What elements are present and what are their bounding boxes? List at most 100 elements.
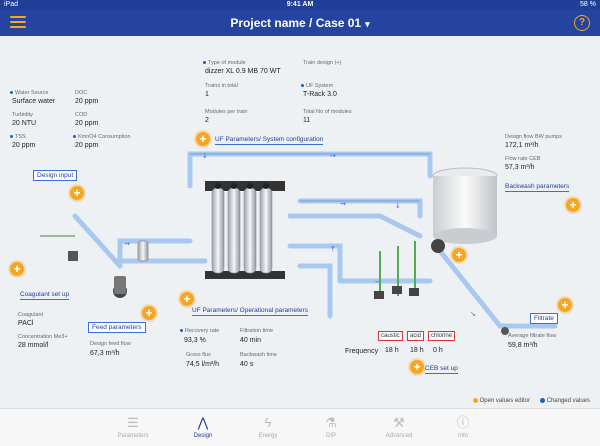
coagulant-value: PACl xyxy=(18,320,34,327)
system-config-link[interactable]: UF Parameters/ System configuration xyxy=(215,136,324,145)
backwash-edit-button[interactable]: + xyxy=(566,198,580,212)
gross-flux-label: Gross flux xyxy=(186,352,211,358)
modules-per-train-value: 2 xyxy=(205,117,209,124)
module-type-value: dizzer XL 0.9 MB 70 WT xyxy=(205,68,281,75)
modules-per-train-label: Modules per train xyxy=(205,109,248,115)
legend-open: Open values editor xyxy=(472,398,530,404)
trains-total-label: Trains in total xyxy=(205,83,238,89)
uf-system-label: UF System xyxy=(301,83,333,90)
ceb-setup-link[interactable]: CEB set up xyxy=(425,365,458,374)
flask-icon: ⚗ xyxy=(325,415,337,430)
trains-total-value: 1 xyxy=(205,91,209,98)
ceb-edit-button[interactable]: + xyxy=(410,360,424,374)
svg-text:↘: ↘ xyxy=(470,310,476,318)
legend-changed: Changed values xyxy=(539,398,590,404)
project-title-text: Project name / Case 01 xyxy=(230,16,362,30)
tank-edit-button[interactable]: + xyxy=(452,248,466,262)
tab-bar: ☰ Parameters ⋀ Design ϟ Energy ⚗ DIP ⚒ A… xyxy=(0,408,600,446)
gross-flux-value: 74,5 l/m²/h xyxy=(186,361,220,368)
tab-advanced[interactable]: ⚒ Advanced xyxy=(366,409,432,446)
lightning-icon: ϟ xyxy=(264,415,272,430)
recovery-label: Recovery rate xyxy=(180,328,219,335)
chevron-down-icon: ▾ xyxy=(365,19,370,29)
battery-label: 58 % xyxy=(580,1,596,8)
cod-value: 20 ppm xyxy=(75,120,99,127)
water-source-label: Water Source xyxy=(10,90,48,97)
svg-text:↓: ↓ xyxy=(202,152,208,160)
total-modules-value: 11 xyxy=(303,117,311,124)
operational-params-link[interactable]: UF Parameters/ Operational parameters xyxy=(192,307,308,316)
legend: Open values editor Changed values xyxy=(465,398,590,404)
concentration-value: 28 mmol/l xyxy=(18,342,49,349)
tss-label: TSS xyxy=(10,134,26,141)
operational-edit-button[interactable]: + xyxy=(180,292,194,306)
ceb-tag-caustic: caustic xyxy=(378,331,403,341)
cod-label: COD xyxy=(75,112,88,118)
ceb-tag-chlorine: chlorine xyxy=(428,331,456,341)
kmno4-label: KmnO4 Consumption xyxy=(73,134,131,141)
ceb-tag-acid: acid xyxy=(407,331,425,341)
tab-energy[interactable]: ϟ Energy xyxy=(235,409,301,446)
info-icon: ⓘ xyxy=(456,415,470,430)
open-values-dot-icon xyxy=(472,398,478,403)
kmno4-value: 20 ppm xyxy=(75,142,99,149)
backwash-params-link[interactable]: Backwash parameters xyxy=(505,183,570,192)
tools-icon: ⚒ xyxy=(393,415,405,430)
tab-dip[interactable]: ⚗ DIP xyxy=(298,409,364,446)
status-bar: iPad 9:41 AM 58 % xyxy=(0,0,600,10)
doc-label: DOC xyxy=(75,90,88,96)
tab-design[interactable]: ⋀ Design xyxy=(170,409,236,446)
tab-info[interactable]: ⓘ Info xyxy=(430,409,496,446)
ceb-flow-value: 57,3 m³/h xyxy=(505,164,535,171)
sliders-icon: ☰ xyxy=(127,415,139,430)
project-title[interactable]: Project name / Case 01 ▾ xyxy=(0,10,600,37)
doc-value: 20 ppm xyxy=(75,98,99,105)
uf-system-value: T-Rack 3.0 xyxy=(303,91,337,98)
svg-text:↓: ↓ xyxy=(395,202,401,210)
feed-flow-value: 67,3 m³/h xyxy=(90,350,120,357)
svg-text:→: → xyxy=(330,152,336,160)
filtrate-edit-button[interactable]: + xyxy=(558,298,572,312)
compass-icon: ⋀ xyxy=(197,415,209,430)
system-config-edit-button[interactable]: + xyxy=(196,132,210,146)
ceb-acid-frequency: 18 h xyxy=(410,347,424,354)
pipe-highlights xyxy=(190,153,430,202)
clock: 9:41 AM xyxy=(286,1,314,8)
water-source-value: Surface water xyxy=(12,98,56,105)
filtration-value: 40 min xyxy=(240,337,262,344)
backwash-time-label: Backwash time xyxy=(240,352,277,358)
help-icon[interactable]: ? xyxy=(574,15,590,31)
feed-edit-button[interactable]: + xyxy=(142,306,156,320)
ceb-caustic-frequency: 18 h xyxy=(385,347,399,354)
bw-pump-flow-value: 172,1 m³/h xyxy=(505,142,539,149)
dosing-pump-icon xyxy=(68,251,78,261)
ceb-chlorine-frequency: 0 h xyxy=(433,347,443,354)
filtrate-link[interactable]: Filtrate xyxy=(530,313,558,324)
filtrate-flow-label: Average filtrate flow xyxy=(508,333,557,339)
process-diagram: →↓→ ↓→↓ ↑→↘ xyxy=(0,36,600,406)
train-design-label: Train design (+) xyxy=(303,60,342,66)
nav-bar: Project name / Case 01 ▾ ? xyxy=(0,10,600,36)
ceb-flow-label: Flow rate CEB xyxy=(505,156,541,162)
coagulant-edit-button[interactable]: + xyxy=(10,262,24,276)
coagulant-label: Coagulant xyxy=(18,312,44,318)
filtration-label: Filtration time xyxy=(240,328,274,334)
svg-text:→: → xyxy=(124,240,130,248)
bw-pump-flow-label: Design flow BW pumps xyxy=(505,134,562,140)
ceb-frequency-label: Frequency xyxy=(345,348,379,355)
svg-text:↑: ↑ xyxy=(330,245,336,253)
turbidity-label: Turbidity xyxy=(12,112,33,118)
changed-values-dot-icon xyxy=(539,398,545,403)
feed-params-link[interactable]: Feed parameters xyxy=(88,322,146,333)
turbidity-value: 20 NTU xyxy=(12,120,37,127)
recovery-value: 93,3 % xyxy=(184,337,206,344)
concentration-label: Concentration Me3+ xyxy=(18,334,68,340)
filtrate-flow-value: 59,8 m³/h xyxy=(508,342,538,349)
tss-value: 20 ppm xyxy=(12,142,36,149)
design-input-edit-button[interactable]: + xyxy=(70,186,84,200)
tab-parameters[interactable]: ☰ Parameters xyxy=(100,409,166,446)
design-input-link[interactable]: Design input xyxy=(33,170,78,181)
coagulant-setup-link[interactable]: Coagulant set up xyxy=(20,291,70,300)
svg-text:→: → xyxy=(340,200,346,208)
total-modules-label: Total No of modules xyxy=(303,109,352,115)
